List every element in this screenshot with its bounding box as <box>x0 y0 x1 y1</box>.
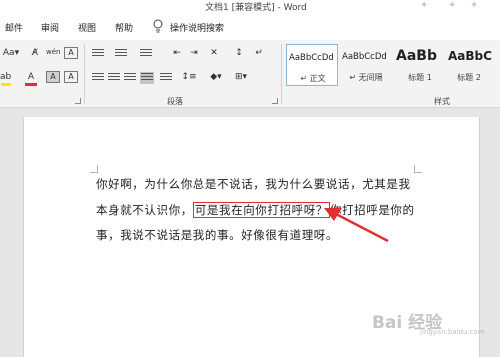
char-border-button[interactable]: A <box>64 71 78 83</box>
tell-me-search[interactable]: 操作说明搜索 <box>170 21 224 34</box>
style-name: ↵ 无间隔 <box>349 73 383 82</box>
decor-bird-icon: ✦ <box>448 0 457 11</box>
distributed-icon[interactable] <box>160 73 172 83</box>
style-normal[interactable]: AaBbCcDd ↵ 正文 <box>286 44 338 86</box>
style-sample: AaBbCcDd <box>342 52 387 62</box>
style-name: ↵ 正文 <box>300 74 326 83</box>
lightbulb-icon <box>153 19 163 33</box>
font-dialog-launcher-icon[interactable] <box>75 98 81 104</box>
align-left-icon[interactable] <box>92 73 104 83</box>
increase-indent-icon[interactable]: ⇥ <box>187 47 201 59</box>
line-spacing-icon[interactable]: ↕≡ <box>180 71 198 83</box>
align-right-icon[interactable] <box>124 73 136 83</box>
decrease-indent-icon[interactable]: ⇤ <box>170 47 184 59</box>
group-separator <box>281 44 282 104</box>
tab-help[interactable]: 帮助 <box>115 21 133 34</box>
align-center-icon[interactable] <box>108 73 120 83</box>
style-sample: AaBbC <box>448 49 492 63</box>
enclose-char-button[interactable]: A <box>64 47 78 59</box>
style-name: 标题 2 <box>457 73 481 82</box>
font-color-bar <box>25 83 37 86</box>
multilevel-list-icon[interactable] <box>140 49 152 59</box>
bullets-icon[interactable] <box>92 49 104 59</box>
tab-review[interactable]: 审阅 <box>41 21 59 34</box>
style-name: 标题 1 <box>408 73 432 82</box>
justify-icon[interactable] <box>140 72 154 84</box>
tab-view[interactable]: 视图 <box>78 21 96 34</box>
paragraph-dialog-launcher-icon[interactable] <box>272 98 278 104</box>
highlighted-text: 可是我在向你打招呼呀？ <box>192 202 330 218</box>
decor-bird-icon: ✦ <box>470 0 479 11</box>
paragraph-line-1: 你好啊，为什么你总是不说话，我为什么要说话，尤其是我 <box>96 177 411 191</box>
line-text: 本身就不认识你， <box>96 203 193 217</box>
show-marks-icon[interactable]: ↵ <box>252 47 266 59</box>
title-bar: 文档1 [兼容模式] - Word ✦ ✦ ✦ <box>0 0 500 14</box>
phonetic-guide-button[interactable]: wén <box>46 46 60 58</box>
numbering-icon[interactable] <box>115 49 127 59</box>
group-separator <box>84 44 85 104</box>
tab-mailings[interactable]: 邮件 <box>5 21 23 34</box>
sort-icon[interactable]: ↕ <box>232 47 246 59</box>
style-heading-2[interactable]: AaBbC 标题 2 <box>446 44 492 86</box>
highlight-color-bar <box>1 83 11 86</box>
text-highlight-button[interactable]: ab <box>0 71 11 83</box>
paragraph-line-3: 事，我说不说话是我的事。好像很有道理呀。 <box>96 228 338 242</box>
char-shading-button[interactable]: A <box>46 71 60 83</box>
shading-icon[interactable]: ◆▾ <box>207 71 225 83</box>
style-sample: AaBbCcDd <box>289 53 334 63</box>
style-no-spacing[interactable]: AaBbCcDd ↵ 无间隔 <box>340 44 392 86</box>
change-case-button[interactable]: Aa▾ <box>2 47 20 59</box>
font-color-button[interactable]: A <box>24 71 38 83</box>
style-heading-1[interactable]: AaBb 标题 1 <box>394 44 446 86</box>
borders-icon[interactable]: ⊞▾ <box>232 71 250 83</box>
chinese-layout-icon[interactable]: ✕ <box>207 47 221 59</box>
watermark-url: jingyan.baidu.com <box>420 328 485 336</box>
decor-bird-icon: ✦ <box>420 0 429 11</box>
crop-mark <box>90 165 98 173</box>
ribbon-tabs: 邮件 审阅 视图 帮助 操作说明搜索 <box>0 14 500 40</box>
annotation-arrow-icon <box>324 208 389 243</box>
window-title: 文档1 [兼容模式] - Word <box>205 3 307 13</box>
paragraph-group-label: 段落 <box>167 97 183 106</box>
styles-gallery: AaBbCcDd ↵ 正文 AaBbCcDd ↵ 无间隔 AaBb 标题 1 A… <box>286 44 492 86</box>
style-sample: AaBb <box>396 48 437 64</box>
styles-group-label: 样式 <box>434 97 450 106</box>
clear-format-icon[interactable]: A̸ <box>28 47 42 59</box>
crop-mark <box>414 165 422 173</box>
